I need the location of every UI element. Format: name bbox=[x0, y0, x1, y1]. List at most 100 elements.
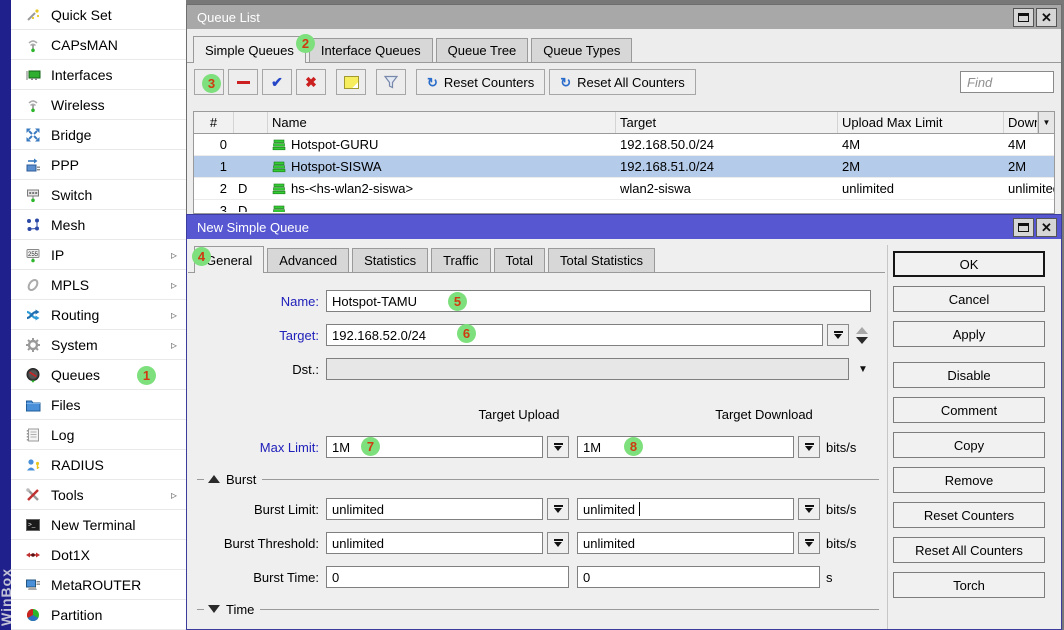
burst-time-upload-field[interactable] bbox=[326, 566, 569, 588]
dst-field[interactable] bbox=[326, 358, 849, 380]
column-header-flags[interactable] bbox=[234, 112, 268, 133]
up-arrow-icon bbox=[856, 327, 868, 334]
burst-threshold-upload-field[interactable] bbox=[326, 532, 543, 554]
sidebar-item-label: Wireless bbox=[51, 97, 105, 113]
sidebar-item-metarouter[interactable]: MetaROUTER bbox=[11, 570, 186, 600]
sidebar-item-wireless[interactable]: Wireless bbox=[11, 90, 186, 120]
sidebar-item-interfaces[interactable]: Interfaces bbox=[11, 60, 186, 90]
target-add-remove-spinner[interactable] bbox=[856, 327, 868, 344]
sidebar-item-bridge[interactable]: Bridge bbox=[11, 120, 186, 150]
submenu-arrow-icon: ▹ bbox=[171, 308, 177, 322]
row-upload-max-limit: 2M bbox=[838, 156, 1004, 177]
sidebar-item-dot1x[interactable]: Dot1X bbox=[11, 540, 186, 570]
mesh-icon bbox=[24, 217, 42, 233]
disable-button[interactable]: Disable bbox=[893, 362, 1045, 388]
burst-section-toggle[interactable]: Burst bbox=[197, 471, 879, 487]
target-label: Target: bbox=[197, 328, 319, 343]
sidebar-item-queues[interactable]: Queues bbox=[11, 360, 186, 390]
tab-total[interactable]: Total bbox=[494, 248, 545, 272]
copy-button[interactable]: Copy bbox=[893, 432, 1045, 458]
comment-button[interactable]: Comment bbox=[893, 397, 1045, 423]
tab-queue-types[interactable]: Queue Types bbox=[531, 38, 632, 62]
sidebar-item-radius[interactable]: RADIUS bbox=[11, 450, 186, 480]
sidebar-item-tools[interactable]: Tools ▹ bbox=[11, 480, 186, 510]
column-select-button[interactable]: ▼ bbox=[1038, 112, 1054, 133]
burst-limit-download-dropdown[interactable] bbox=[798, 498, 820, 520]
submenu-arrow-icon: ▹ bbox=[171, 248, 177, 262]
burst-threshold-upload-dropdown[interactable] bbox=[547, 532, 569, 554]
tab-statistics[interactable]: Statistics bbox=[352, 248, 428, 272]
burst-time-download-field[interactable] bbox=[577, 566, 820, 588]
sidebar-item-routing[interactable]: Routing ▹ bbox=[11, 300, 186, 330]
time-section-toggle[interactable]: Time bbox=[197, 601, 879, 617]
burst-limit-upload-dropdown[interactable] bbox=[547, 498, 569, 520]
annotation-badge-5: 5 bbox=[448, 292, 467, 311]
reset-all-counters-button[interactable]: Reset All Counters bbox=[893, 537, 1045, 563]
sidebar-item-quick-set[interactable]: Quick Set bbox=[11, 0, 186, 30]
sidebar-item-files[interactable]: Files bbox=[11, 390, 186, 420]
tab-interface-queues[interactable]: Interface Queues bbox=[309, 38, 433, 62]
cancel-button[interactable]: Cancel bbox=[893, 286, 1045, 312]
column-header-download-max-limit[interactable]: Down bbox=[1004, 112, 1038, 133]
tab-simple-queues[interactable]: Simple Queues bbox=[193, 36, 306, 63]
queue-list-titlebar[interactable]: Queue List ✕ bbox=[187, 5, 1061, 29]
sidebar-item-switch[interactable]: Switch bbox=[11, 180, 186, 210]
maximize-button[interactable] bbox=[1013, 8, 1034, 27]
sidebar-item-log[interactable]: Log bbox=[11, 420, 186, 450]
ppp-icon bbox=[24, 157, 42, 173]
target-field[interactable] bbox=[326, 324, 823, 346]
enable-button[interactable]: ✔ bbox=[262, 69, 292, 95]
reset-counters-button[interactable]: Reset Counters bbox=[893, 502, 1045, 528]
sidebar-item-new-terminal[interactable]: >_ New Terminal bbox=[11, 510, 186, 540]
dst-dropdown-icon[interactable]: ▼ bbox=[858, 364, 868, 375]
sidebar-item-partition[interactable]: Partition bbox=[11, 600, 186, 630]
tab-queue-tree[interactable]: Queue Tree bbox=[436, 38, 529, 62]
sidebar-item-capsman[interactable]: CAPsMAN bbox=[11, 30, 186, 60]
new-simple-queue-titlebar[interactable]: New Simple Queue ✕ bbox=[187, 215, 1061, 239]
table-row-partial[interactable]: 3 D bbox=[194, 200, 1054, 212]
maximize-button[interactable] bbox=[1013, 218, 1034, 237]
apply-button[interactable]: Apply bbox=[893, 321, 1045, 347]
target-dropdown-button[interactable] bbox=[827, 324, 849, 346]
sidebar-item-mpls[interactable]: MPLS ▹ bbox=[11, 270, 186, 300]
max-limit-upload-dropdown[interactable] bbox=[547, 436, 569, 458]
burst-limit-download-field[interactable] bbox=[577, 498, 794, 520]
close-button[interactable]: ✕ bbox=[1036, 218, 1057, 237]
table-row[interactable]: 0 Hotspot-GURU 192.168.50.0/24 4M 4M bbox=[194, 134, 1054, 156]
reset-counters-button[interactable]: ↻ Reset Counters bbox=[416, 69, 545, 95]
remove-button[interactable]: Remove bbox=[893, 467, 1045, 493]
close-button[interactable]: ✕ bbox=[1036, 8, 1057, 27]
filter-button[interactable] bbox=[376, 69, 406, 95]
sidebar-item-mesh[interactable]: Mesh bbox=[11, 210, 186, 240]
sidebar-item-ppp[interactable]: PPP bbox=[11, 150, 186, 180]
sidebar-item-system[interactable]: System ▹ bbox=[11, 330, 186, 360]
column-header-target[interactable]: Target bbox=[616, 112, 838, 133]
column-header-name[interactable]: Name bbox=[268, 112, 616, 133]
table-row-selected[interactable]: 1 Hotspot-SISWA 192.168.51.0/24 2M 2M bbox=[194, 156, 1054, 178]
table-row[interactable]: 2 D hs-<hs-wlan2-siswa> wlan2-siswa unli… bbox=[194, 178, 1054, 200]
gear-icon bbox=[24, 337, 42, 353]
disable-button[interactable]: ✖ bbox=[296, 69, 326, 95]
burst-threshold-download-field[interactable] bbox=[577, 532, 794, 554]
column-header-number[interactable]: # bbox=[194, 112, 234, 133]
tab-advanced[interactable]: Advanced bbox=[267, 248, 349, 272]
simple-queue-icon bbox=[272, 138, 286, 151]
max-limit-upload-field[interactable] bbox=[326, 436, 543, 458]
column-header-upload-max-limit[interactable]: Upload Max Limit bbox=[838, 112, 1004, 133]
comment-button[interactable] bbox=[336, 69, 366, 95]
tab-total-statistics[interactable]: Total Statistics bbox=[548, 248, 655, 272]
sidebar-item-ip[interactable]: 255 IP ▹ bbox=[11, 240, 186, 270]
torch-button[interactable]: Torch bbox=[893, 572, 1045, 598]
tab-traffic[interactable]: Traffic bbox=[431, 248, 490, 272]
reset-all-counters-button[interactable]: ↻ Reset All Counters bbox=[549, 69, 696, 95]
pie-chart-icon bbox=[24, 607, 42, 623]
name-field[interactable] bbox=[326, 290, 871, 312]
burst-limit-upload-field[interactable] bbox=[326, 498, 543, 520]
find-input[interactable] bbox=[960, 71, 1054, 93]
sidebar-item-label: Partition bbox=[51, 607, 102, 623]
max-limit-download-dropdown[interactable] bbox=[798, 436, 820, 458]
burst-threshold-download-dropdown[interactable] bbox=[798, 532, 820, 554]
max-limit-download-field[interactable] bbox=[577, 436, 794, 458]
ok-button[interactable]: OK bbox=[893, 251, 1045, 277]
remove-button[interactable] bbox=[228, 69, 258, 95]
